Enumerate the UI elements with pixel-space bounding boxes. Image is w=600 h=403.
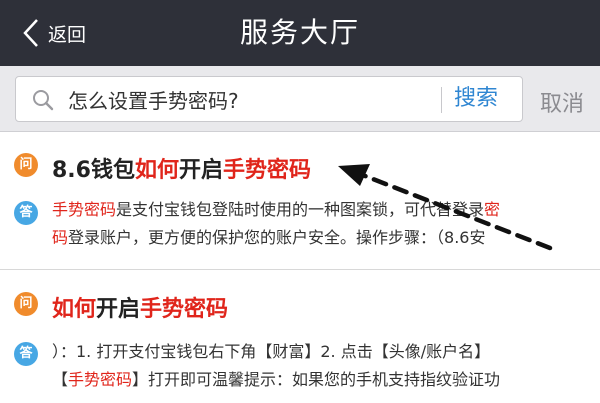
answer-highlight: 密 [484,200,501,219]
result-title[interactable]: 如何开启手势密码 [52,291,228,323]
question-badge-icon: 问 [14,292,38,316]
search-input[interactable] [68,77,428,121]
answer-text: 【 [52,370,69,389]
result-answer: 手势密码是支付宝钱包登陆时使用的一种图案锁，可代替登录密 码登录账户，更方便的保… [52,196,582,252]
answer-text: ）：1. 打开支付宝钱包右下角【财富】2. 点击【头像/账户名】 [52,342,491,361]
title-segment: 8.6钱包 [52,158,135,183]
result-answer: ）：1. 打开支付宝钱包右下角【财富】2. 点击【头像/账户名】 【手势密码】打… [52,338,582,394]
result-title[interactable]: 8.6钱包如何开启手势密码 [52,152,311,184]
navigation-bar: 返回 服务大厅 [0,0,600,66]
cancel-button[interactable]: 取消 [540,86,584,118]
result-item[interactable]: 问 8.6钱包如何开启手势密码 答 手势密码是支付宝钱包登陆时使用的一种图案锁，… [0,133,600,270]
answer-line: 码登录账户，更方便的保护您的账户安全。操作步骤：（8.6安 [52,224,582,252]
title-segment: 开启 [179,158,224,183]
answer-text: 】打开即可温馨提示：如果您的手机支持指纹验证功 [132,370,501,389]
result-item[interactable]: 问 如何开启手势密码 答 ）：1. 打开支付宝钱包右下角【财富】2. 点击【头像… [0,272,600,403]
question-badge-icon: 问 [14,153,38,177]
answer-badge-icon: 答 [14,342,38,366]
title-highlight: 手势密码 [140,297,229,322]
search-box: 搜索 [15,76,523,122]
answer-highlight: 码 [52,228,69,247]
answer-text: 是支付宝钱包登陆时使用的一种图案锁，可代替登录 [116,200,485,219]
search-divider [441,87,442,113]
answer-badge-icon: 答 [14,201,38,225]
search-bar: 搜索 [0,66,600,132]
page-title: 服务大厅 [239,16,360,49]
title-highlight: 如何 [52,297,97,322]
answer-line: ）：1. 打开支付宝钱包右下角【财富】2. 点击【头像/账户名】 [52,338,582,366]
answer-text: 登录账户，更方便的保护您的账户安全。操作步骤：（8.6安 [68,228,486,247]
search-icon [33,90,54,111]
answer-line: 【手势密码】打开即可温馨提示：如果您的手机支持指纹验证功 [52,366,582,394]
answer-highlight: 手势密码 [68,370,133,389]
title-highlight: 手势密码 [223,158,312,183]
answer-highlight: 手势密码 [52,200,117,219]
title-highlight: 如何 [134,158,179,183]
title-segment: 开启 [96,297,141,322]
search-button[interactable]: 搜索 [454,77,498,121]
answer-line: 手势密码是支付宝钱包登陆时使用的一种图案锁，可代替登录密 [52,196,582,224]
